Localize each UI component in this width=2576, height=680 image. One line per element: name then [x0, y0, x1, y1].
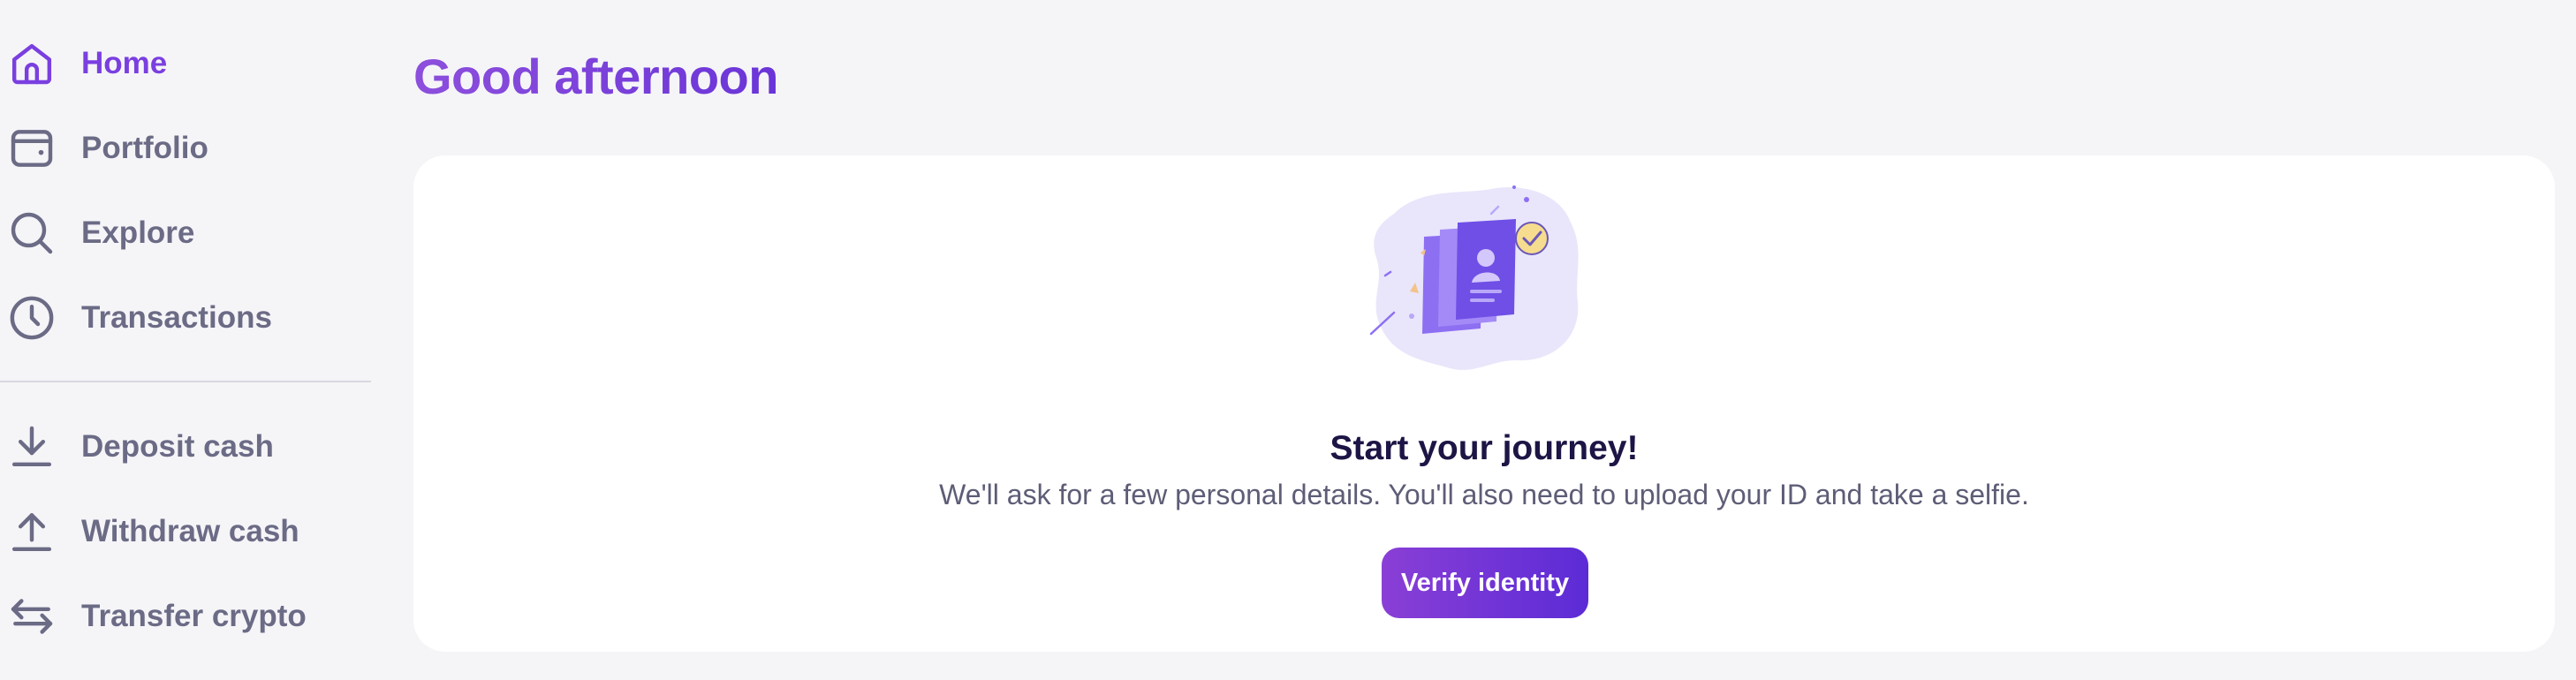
sidebar-item-label: Deposit cash: [81, 429, 274, 464]
sidebar-divider: [0, 381, 371, 382]
sidebar: Home Portfolio Explore Transactions Depo…: [0, 0, 371, 680]
sidebar-item-label: Home: [81, 46, 168, 80]
transfer-arrows-icon: [7, 592, 57, 641]
sidebar-item-label: Withdraw cash: [81, 514, 299, 548]
search-icon: [7, 208, 57, 258]
sidebar-item-label: Transfer crypto: [81, 599, 307, 633]
card-description: We'll ask for a few personal details. Yo…: [939, 479, 2029, 510]
home-icon: [7, 39, 57, 88]
sidebar-item-label: Explore: [81, 215, 195, 250]
download-icon: [7, 422, 57, 472]
page-title: Good afternoon: [413, 49, 778, 104]
sidebar-item-transactions[interactable]: Transactions: [0, 283, 371, 353]
sidebar-item-portfolio[interactable]: Portfolio: [0, 113, 371, 184]
sidebar-item-transfer-crypto[interactable]: Transfer crypto: [0, 581, 371, 652]
verify-identity-card: Start your journey! We'll ask for a few …: [413, 155, 2555, 652]
upload-icon: [7, 507, 57, 556]
verify-identity-button[interactable]: Verify identity: [1382, 548, 1588, 618]
sidebar-item-label: Portfolio: [81, 131, 208, 165]
sidebar-item-explore[interactable]: Explore: [0, 198, 371, 268]
sidebar-item-label: Transactions: [81, 300, 272, 335]
clock-icon: [7, 293, 57, 343]
wallet-icon: [7, 124, 57, 173]
sidebar-item-home[interactable]: Home: [0, 28, 371, 99]
sidebar-item-deposit-cash[interactable]: Deposit cash: [0, 412, 371, 482]
identity-documents-illustration: [1359, 178, 1610, 380]
sidebar-item-withdraw-cash[interactable]: Withdraw cash: [0, 496, 371, 567]
card-heading: Start your journey!: [1330, 429, 1639, 467]
